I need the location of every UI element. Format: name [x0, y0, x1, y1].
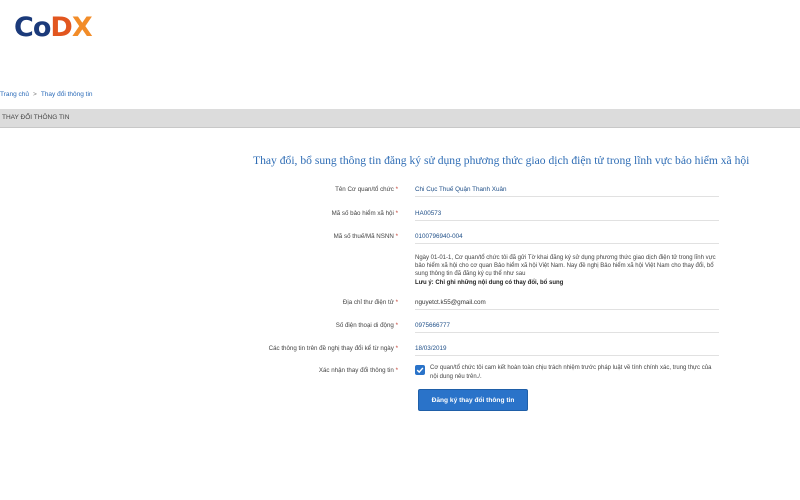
phone-field[interactable]: 0975666777 [415, 322, 719, 333]
org-name-field[interactable]: Chi Cục Thuế Quận Thanh Xuân [415, 186, 719, 197]
notice-body: Ngày 01-01-1, Cơ quan/tổ chức tôi đã gửi… [415, 255, 716, 278]
confirm-text: Cơ quan/tổ chức tôi cam kết hoàn toàn ch… [430, 365, 712, 380]
breadcrumb-separator: > [33, 91, 37, 98]
social-insurance-code-field[interactable]: HA00573 [415, 210, 719, 221]
confirm-checkbox[interactable] [415, 365, 425, 375]
notice-note: Lưu ý: Chỉ ghi những nội dung có thay đổ… [415, 279, 564, 286]
effective-date-field[interactable]: 18/03/2019 [415, 345, 719, 356]
codx-logo: CoDX [14, 10, 93, 44]
org-name-label: Tên Cơ quan/tổ chức * [335, 186, 398, 193]
tax-code-field[interactable]: 0100796940-004 [415, 233, 719, 244]
submit-change-button[interactable]: Đăng ký thay đổi thông tin [418, 389, 528, 411]
social-insurance-code-label: Mã số bảo hiểm xã hội * [331, 210, 398, 217]
notice-text: Ngày 01-01-1, Cơ quan/tổ chức tôi đã gửi… [415, 254, 720, 287]
breadcrumb-current[interactable]: Thay đổi thông tin [41, 91, 93, 98]
confirm-label: Xác nhận thay đổi thông tin * [318, 367, 398, 374]
phone-label: Số điện thoại di động * [335, 322, 398, 329]
breadcrumb: Trang chủ > Thay đổi thông tin [0, 91, 93, 98]
effective-date-label: Các thông tin trên đề nghị thay đổi kể t… [268, 345, 398, 352]
form-title: Thay đổi, bổ sung thông tin đăng ký sử d… [253, 154, 750, 167]
section-header: THAY ĐỔI THÔNG TIN [0, 109, 800, 128]
logo-c: C [14, 11, 34, 43]
email-field[interactable]: nguyetct.k55@gmail.com [415, 299, 719, 310]
logo-x: X [71, 11, 93, 43]
checkmark-icon [416, 367, 424, 374]
section-title: THAY ĐỔI THÔNG TIN [2, 114, 70, 121]
tax-code-label: Mã số thuế/Mã NSNN * [333, 233, 398, 240]
email-label: Địa chỉ thư điện tử * [342, 299, 398, 306]
logo-o: o [32, 11, 52, 43]
breadcrumb-home[interactable]: Trang chủ [0, 91, 29, 98]
logo-d: D [50, 11, 72, 43]
